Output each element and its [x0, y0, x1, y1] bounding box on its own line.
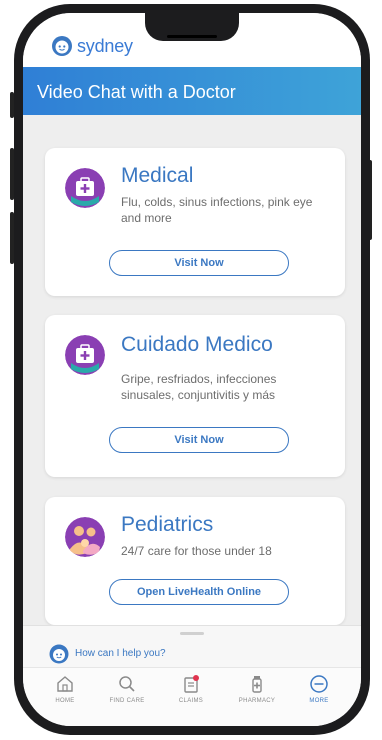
- nav-label: PHARMACY: [238, 698, 276, 704]
- sydney-logo[interactable]: sydney: [51, 35, 133, 57]
- chat-prompt: How can I help you?: [75, 648, 166, 659]
- drag-handle[interactable]: [180, 632, 204, 635]
- page-title: Video Chat with a Doctor: [37, 82, 236, 102]
- pharmacy-icon: [252, 676, 262, 693]
- medical-bag-icon: [65, 335, 105, 375]
- nav-label: FIND CARE: [109, 698, 145, 704]
- family-icon: [65, 517, 105, 557]
- visit-now-button[interactable]: Visit Now: [109, 427, 289, 453]
- nav-label: HOME: [55, 698, 75, 704]
- nav-item-home[interactable]: HOME: [35, 674, 95, 704]
- search-icon: [119, 676, 135, 692]
- sydney-logo-icon: [52, 36, 72, 56]
- card-description: Gripe, resfriados, infecciones sinusales…: [121, 372, 277, 402]
- service-card-pediatrics: Pediatrics 24/7 care for those under 18 …: [45, 497, 345, 625]
- claims-icon: [184, 675, 199, 693]
- nav-item-claims[interactable]: CLAIMS: [161, 674, 221, 704]
- title-bar: Video Chat with a Doctor: [23, 67, 361, 115]
- card-title: Medical: [121, 164, 194, 187]
- card-description: Flu, colds, sinus infections, pink eye a…: [121, 195, 313, 225]
- phone-frame: sydney Video Chat with a Doctor Medical …: [14, 4, 370, 735]
- service-card-medical: Medical Flu, colds, sinus infections, pi…: [45, 148, 345, 296]
- service-list: Medical Flu, colds, sinus infections, pi…: [23, 115, 361, 625]
- bottom-navigation: HOME FIND CARE CLAIMS PHARMACY MORE: [23, 667, 361, 726]
- card-title: Pediatrics: [121, 513, 214, 536]
- service-card-cuidado-medico: Cuidado Medico Gripe, resfriados, infecc…: [45, 315, 345, 477]
- nav-item-pharmacy[interactable]: PHARMACY: [227, 674, 287, 704]
- nav-item-more[interactable]: MORE: [289, 674, 349, 704]
- sydney-assistant-icon: [49, 644, 69, 664]
- open-livehealth-online-button[interactable]: Open LiveHealth Online: [109, 579, 289, 605]
- card-title: Cuidado Medico: [121, 333, 273, 356]
- logo-text: sydney: [77, 35, 133, 56]
- medical-bag-icon: [65, 168, 105, 208]
- nav-label: CLAIMS: [178, 698, 204, 704]
- phone-notch: [145, 13, 239, 41]
- home-icon: [57, 676, 73, 692]
- card-description: 24/7 care for those under 18: [121, 544, 272, 558]
- assistant-chat-bar[interactable]: How can I help you?: [23, 625, 361, 668]
- phone-screen: sydney Video Chat with a Doctor Medical …: [23, 13, 361, 726]
- visit-now-button[interactable]: Visit Now: [109, 250, 289, 276]
- nav-label: MORE: [309, 698, 329, 704]
- nav-item-find-care[interactable]: FIND CARE: [97, 674, 157, 704]
- more-icon: [310, 675, 328, 693]
